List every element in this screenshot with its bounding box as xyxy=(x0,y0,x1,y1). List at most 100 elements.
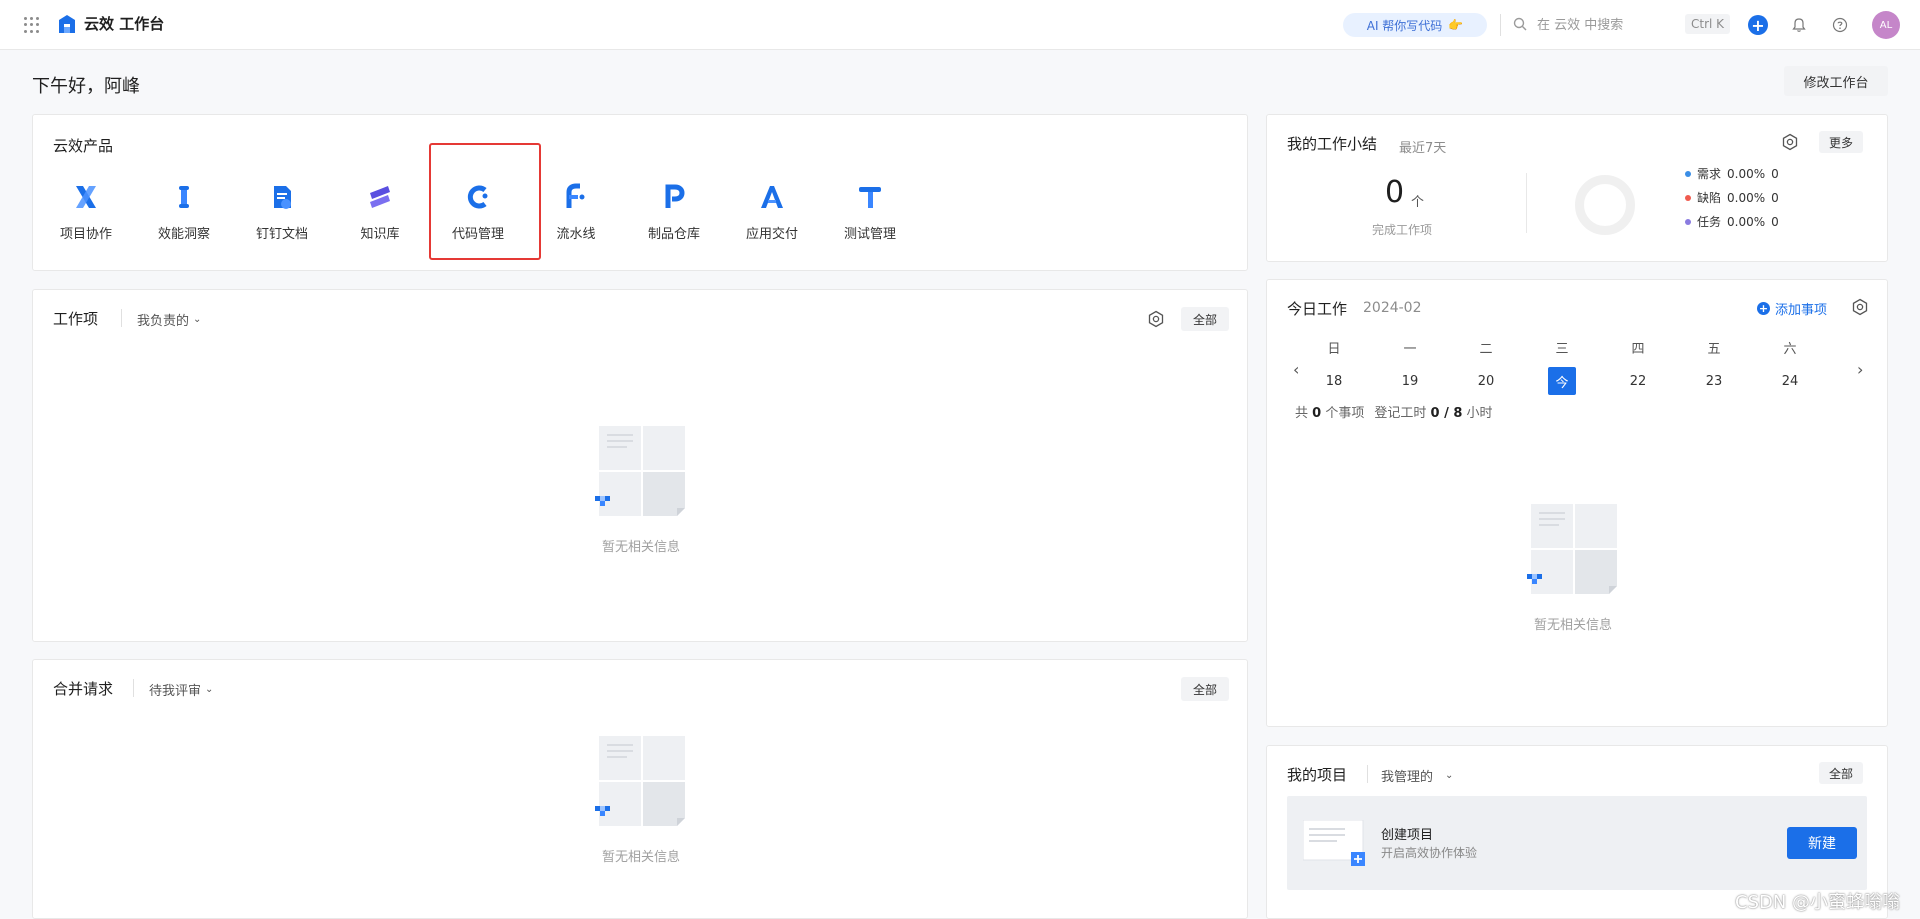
weekday-label: 二 xyxy=(1479,342,1493,357)
legend-dot xyxy=(1685,218,1691,225)
date-label: 22 xyxy=(1629,373,1647,389)
weekday-label: 日 xyxy=(1327,342,1341,357)
weekday-label: 三 xyxy=(1555,342,1569,357)
product-pipeline[interactable]: 流水线 xyxy=(527,175,625,251)
products-title: 云效产品 xyxy=(53,137,114,155)
i-icon xyxy=(168,181,200,213)
week-strip: 日 18 一 19 二 20 三 今 四 22 五 23 六 24 xyxy=(1293,338,1863,395)
products-card: 云效产品 项目协作 效能洞察 钉钉文档 知识库 代码管理 流水线 制品仓库 应用… xyxy=(32,114,1248,271)
f-icon xyxy=(560,181,592,213)
empty-text: 暂无相关信息 xyxy=(1533,618,1612,633)
today-work-card: 今日工作 2024-02 + 添加事项 ‹ › 日 18 一 19 二 20 三… xyxy=(1266,279,1888,727)
product-label: 制品仓库 xyxy=(647,227,700,242)
logo[interactable]: 云效 工作台 xyxy=(58,13,164,34)
all-button[interactable]: 全部 xyxy=(1181,307,1230,331)
legend-label: 缺陷 xyxy=(1697,191,1722,205)
bell-icon[interactable] xyxy=(1789,15,1809,35)
projects-filter[interactable]: 我管理的 ⌄ xyxy=(1381,766,1453,785)
product-label: 效能洞察 xyxy=(157,227,210,242)
today-month: 2024-02 xyxy=(1363,300,1422,316)
product-label: 项目协作 xyxy=(59,227,112,242)
day-column[interactable]: 二 20 xyxy=(1461,338,1511,394)
day-column-today[interactable]: 三 今 xyxy=(1537,338,1587,395)
all-button[interactable]: 全部 xyxy=(1181,677,1230,701)
product-test-management[interactable]: 测试管理 xyxy=(821,175,919,251)
divider xyxy=(1367,765,1368,783)
edit-workbench-button[interactable]: 修改工作台 xyxy=(1784,66,1888,96)
watermark: CSDN @小蜜蜂嗡嗡 xyxy=(1735,892,1901,913)
chevron-down-icon: ⌄ xyxy=(205,684,214,695)
weekday-label: 五 xyxy=(1707,342,1721,357)
date-label: 20 xyxy=(1477,373,1495,389)
create-project-panel: 创建项目 开启高效协作体验 新建 xyxy=(1287,796,1867,890)
weekday-label: 四 xyxy=(1631,342,1645,357)
settings-icon[interactable] xyxy=(1851,298,1869,316)
create-plus-button[interactable]: + xyxy=(1748,15,1768,35)
merge-requests-filter[interactable]: 待我评审 ⌄ xyxy=(149,680,213,699)
product-project-collab[interactable]: 项目协作 xyxy=(37,175,135,251)
day-column[interactable]: 五 23 xyxy=(1689,338,1739,394)
day-column[interactable]: 六 24 xyxy=(1765,338,1815,394)
empty-illustration-icon xyxy=(1527,504,1617,594)
count-unit: 个 xyxy=(1411,195,1425,210)
divider xyxy=(1500,14,1501,36)
top-bar: 云效 工作台 AI 帮你写代码 👉 在 云效 中搜索 Ctrl K + AL xyxy=(0,0,1920,50)
completed-count: 0 xyxy=(1385,175,1405,210)
add-item-label: 添加事项 xyxy=(1775,303,1828,318)
settings-icon[interactable] xyxy=(1147,310,1165,328)
plus-circle-icon: + xyxy=(1757,302,1770,315)
create-project-subtitle: 开启高效协作体验 xyxy=(1381,846,1478,860)
day-column[interactable]: 四 22 xyxy=(1613,338,1663,394)
work-items-card: 工作项 我负责的 ⌄ 全部 暂无相关信息 xyxy=(32,289,1248,642)
product-insight[interactable]: 效能洞察 xyxy=(135,175,233,251)
filter-label: 我负责的 xyxy=(137,314,190,329)
empty-illustration-icon xyxy=(595,736,685,826)
new-project-button[interactable]: 新建 xyxy=(1787,827,1857,859)
product-label: 测试管理 xyxy=(843,227,896,242)
work-items-filter[interactable]: 我负责的 ⌄ xyxy=(137,310,201,329)
create-project-title: 创建项目 xyxy=(1381,828,1434,843)
empty-state: 暂无相关信息 xyxy=(1525,502,1621,633)
search-box[interactable]: 在 云效 中搜索 xyxy=(1513,14,1623,33)
legend-item-requirement: 需求 0.00% 0 xyxy=(1685,165,1779,182)
hours-prefix: 登记工时 xyxy=(1374,406,1427,421)
search-placeholder: 在 云效 中搜索 xyxy=(1537,18,1624,33)
legend-value: 0.00% xyxy=(1727,214,1766,229)
date-cell: 今 xyxy=(1537,367,1587,395)
legend-count: 0 xyxy=(1771,190,1779,205)
avatar[interactable]: AL xyxy=(1872,11,1900,39)
today-title: 今日工作 xyxy=(1287,300,1348,318)
product-artifact-repo[interactable]: 制品仓库 xyxy=(625,175,723,251)
highlight-box xyxy=(429,143,541,260)
day-column[interactable]: 日 18 xyxy=(1309,338,1359,394)
stat-suffix: 个事项 xyxy=(1325,406,1365,421)
legend-label: 任务 xyxy=(1697,215,1722,229)
more-button[interactable]: 更多 xyxy=(1819,131,1864,153)
legend-value: 0.00% xyxy=(1727,166,1766,181)
empty-text: 暂无相关信息 xyxy=(601,850,680,865)
product-knowledge-base[interactable]: 知识库 xyxy=(331,175,429,251)
projects-title: 我的项目 xyxy=(1287,766,1348,784)
hours-stat: 登记工时 0 / 8 小时 xyxy=(1374,402,1492,421)
items-stat: 共 0 个事项 xyxy=(1295,402,1364,421)
date-label: 23 xyxy=(1705,373,1723,389)
help-icon[interactable] xyxy=(1830,15,1850,35)
doc-icon xyxy=(266,181,298,213)
product-app-delivery[interactable]: 应用交付 xyxy=(723,175,821,251)
product-label: 钉钉文档 xyxy=(255,227,308,242)
logo-text: 云效 工作台 xyxy=(84,15,165,33)
product-dingtalk-docs[interactable]: 钉钉文档 xyxy=(233,175,331,251)
product-label: 知识库 xyxy=(360,227,400,242)
day-column[interactable]: 一 19 xyxy=(1385,338,1435,394)
stat-count: 0 xyxy=(1312,406,1322,421)
chevron-down-icon: ⌄ xyxy=(1445,770,1454,781)
all-button[interactable]: 全部 xyxy=(1819,762,1864,784)
empty-state: 暂无相关信息 xyxy=(593,734,689,865)
x-icon xyxy=(70,181,102,213)
ai-assistant-pill[interactable]: AI 帮你写代码 👉 xyxy=(1343,13,1487,37)
add-item-link[interactable]: + 添加事项 xyxy=(1757,299,1827,318)
merge-requests-title: 合并请求 xyxy=(53,680,114,698)
date-label: 18 xyxy=(1325,373,1343,389)
app-grid-icon[interactable] xyxy=(24,17,40,33)
settings-icon[interactable] xyxy=(1781,133,1799,151)
